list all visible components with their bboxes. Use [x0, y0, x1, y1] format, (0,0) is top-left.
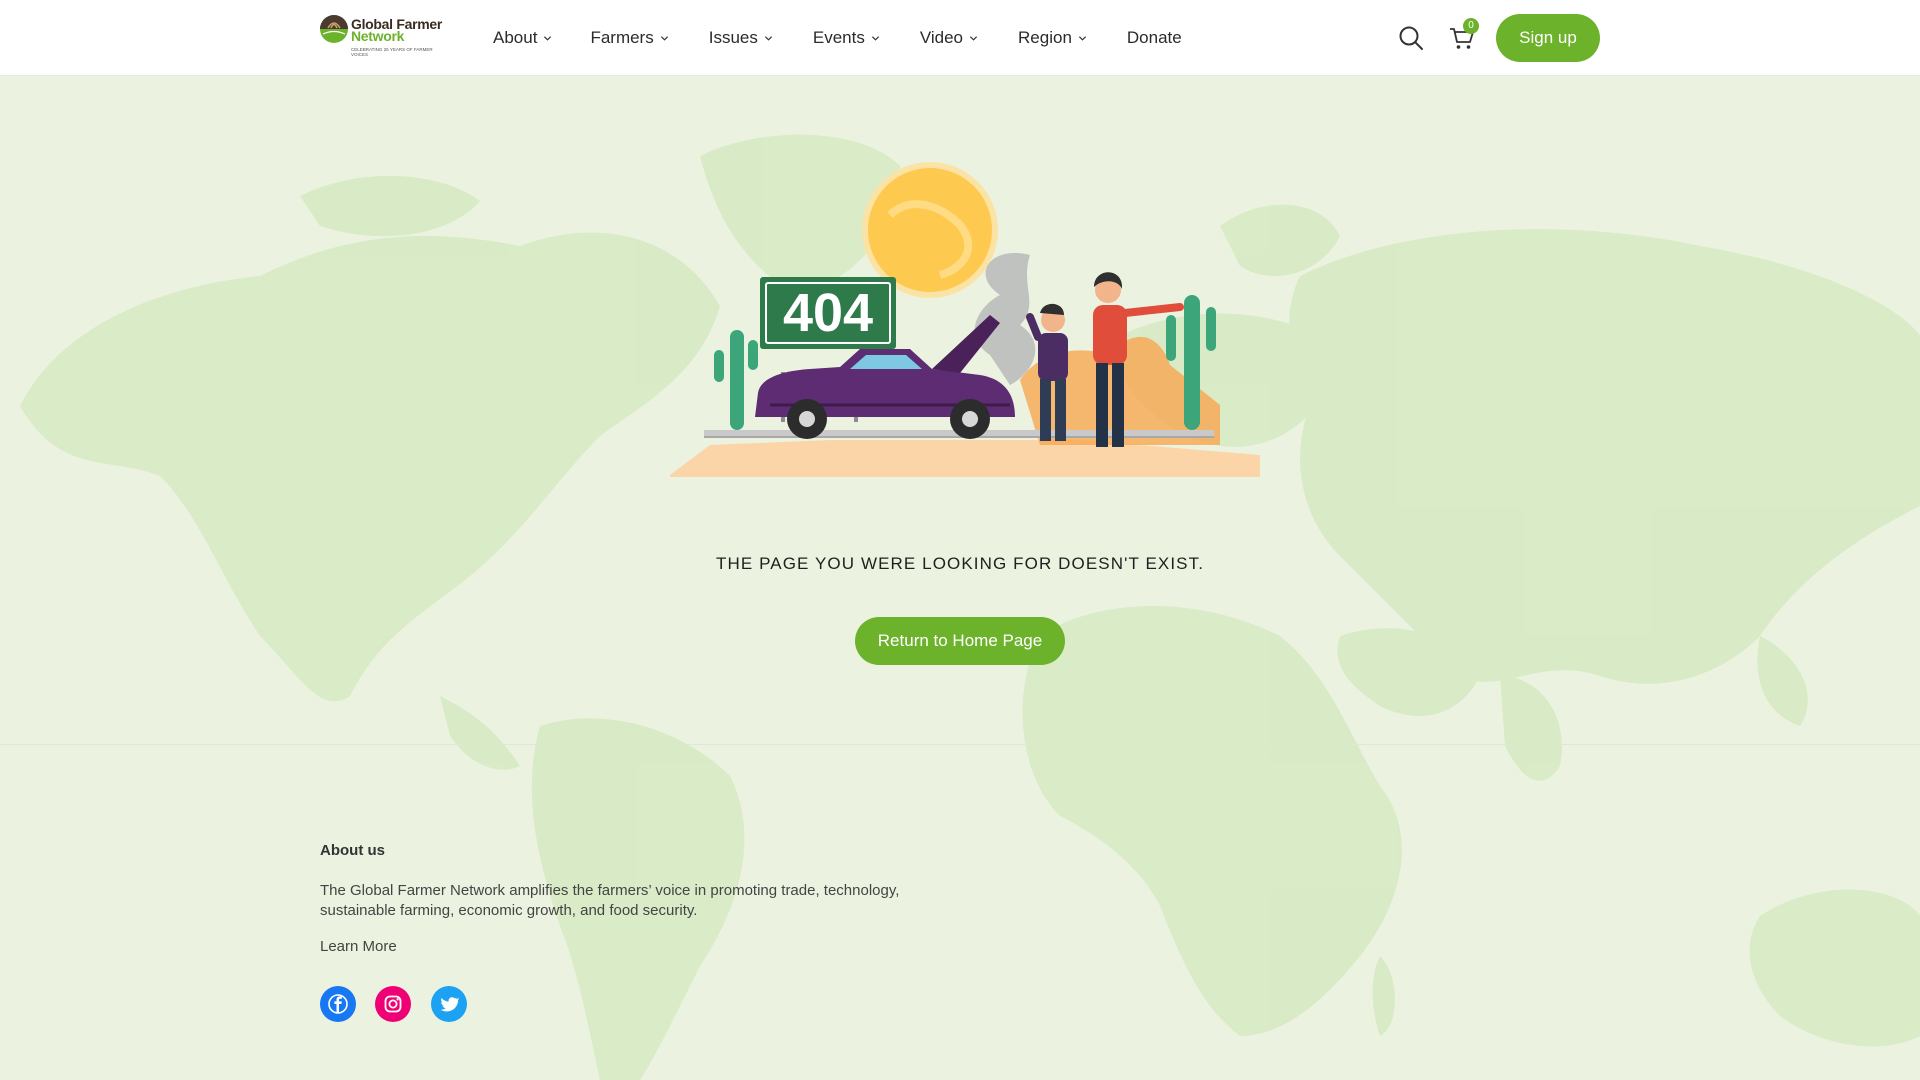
chevron-down-icon	[544, 35, 552, 41]
site-logo[interactable]: Global Farmer Network Celebrating 25 yea…	[319, 14, 443, 60]
nav-item-events[interactable]: Events	[813, 28, 880, 48]
chevron-down-icon	[660, 35, 668, 41]
nav-item-issues[interactable]: Issues	[709, 28, 773, 48]
chevron-down-icon	[764, 35, 772, 41]
error-message: THE PAGE YOU WERE LOOKING FOR DOESN'T EX…	[715, 554, 1205, 573]
chevron-down-icon	[871, 35, 879, 41]
404-sign-text: 404	[783, 283, 873, 343]
nav-item-donate[interactable]: Donate	[1127, 28, 1182, 48]
nav-item-label: Region	[1018, 28, 1072, 47]
chevron-down-icon	[1078, 35, 1086, 41]
section-divider	[0, 744, 1920, 745]
return-home-button[interactable]: Return to Home Page	[855, 617, 1065, 665]
footer-about-title: About us	[320, 842, 385, 859]
engine-smoke	[974, 253, 1036, 385]
cactus-icon	[714, 330, 758, 430]
nav-item-label: Issues	[708, 28, 758, 47]
search-icon[interactable]	[1398, 25, 1424, 51]
nav-item-label: About	[493, 28, 538, 47]
footer-about-description: The Global Farmer Network amplifies the …	[320, 882, 900, 919]
instagram-icon	[384, 995, 402, 1013]
nav-item-region[interactable]: Region	[1018, 28, 1087, 48]
facebook-icon	[328, 994, 348, 1014]
main-nav: About Farmers Issues Events Video Region…	[493, 0, 1222, 76]
nav-item-about[interactable]: About	[493, 28, 552, 48]
nav-item-label: Donate	[1126, 28, 1182, 47]
nav-item-label: Farmers	[590, 28, 654, 47]
car-breakdown-illustration: 404	[670, 162, 1260, 477]
learn-more-link[interactable]: Learn More	[320, 938, 397, 955]
cart-count-badge: 0	[1463, 18, 1479, 34]
logo-name-line2: Network	[351, 28, 405, 44]
nav-item-label: Video	[919, 28, 964, 47]
twitter-button[interactable]	[431, 986, 467, 1022]
logo-tagline: Celebrating 25 years of farmer voices	[351, 47, 433, 57]
twitter-icon	[440, 997, 459, 1012]
signup-button[interactable]: Sign up	[1496, 14, 1600, 62]
nav-item-video[interactable]: Video	[920, 28, 978, 48]
desert-ground	[670, 440, 1260, 477]
nav-item-farmers[interactable]: Farmers	[590, 28, 668, 48]
chevron-down-icon	[969, 35, 978, 41]
instagram-button[interactable]	[375, 986, 411, 1022]
facebook-button[interactable]	[320, 986, 356, 1022]
logo-icon	[320, 15, 348, 43]
nav-item-label: Events	[812, 28, 865, 47]
site-header: Global Farmer Network Celebrating 25 yea…	[0, 0, 1920, 76]
